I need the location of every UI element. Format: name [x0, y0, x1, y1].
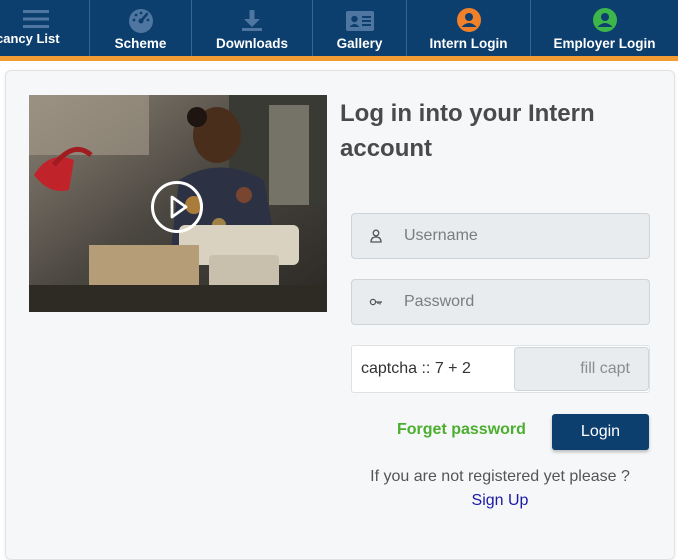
password-input[interactable] — [404, 280, 644, 324]
top-navigation: cancy List Scheme Downloads Gallery Inte… — [0, 0, 678, 56]
user-icon — [370, 229, 382, 243]
captcha-group: captcha :: 7 + 2 — [351, 345, 650, 393]
nav-scheme[interactable]: Scheme — [90, 0, 191, 56]
password-field[interactable] — [351, 279, 650, 325]
id-card-icon — [345, 11, 374, 31]
play-icon — [170, 195, 188, 219]
login-title: Log in into your Intern account — [340, 100, 595, 162]
login-button[interactable]: Login — [552, 414, 649, 450]
menu-icon — [23, 10, 49, 28]
download-icon — [242, 10, 262, 31]
nav-downloads[interactable]: Downloads — [192, 0, 312, 56]
nav-intern-login[interactable]: Intern Login — [407, 0, 530, 56]
nav-label: Employer Login — [553, 36, 656, 51]
username-input[interactable] — [404, 214, 644, 258]
nav-label: Gallery — [336, 36, 383, 51]
employer-user-icon — [592, 8, 617, 32]
nav-employer-login[interactable]: Employer Login — [531, 0, 678, 56]
nav-gallery[interactable]: Gallery — [313, 0, 406, 56]
key-icon — [369, 298, 382, 306]
nav-label: Intern Login — [429, 36, 508, 51]
not-registered-text: If you are not registered yet please ? — [370, 468, 630, 485]
captcha-input[interactable] — [514, 347, 649, 391]
nav-label: Scheme — [114, 36, 167, 51]
intern-user-icon — [456, 8, 481, 32]
gauge-icon — [128, 9, 153, 33]
nav-accent-bar — [0, 56, 678, 61]
nav-label: Downloads — [215, 36, 288, 51]
username-field[interactable] — [351, 213, 650, 259]
forgot-password-link[interactable]: Forget password — [397, 421, 526, 439]
nav-vacancy-list[interactable]: cancy List — [0, 0, 74, 56]
play-button[interactable] — [151, 181, 203, 233]
signup-link[interactable]: Sign Up — [340, 492, 660, 510]
nav-label: cancy List — [0, 31, 60, 46]
captcha-question: captcha :: 7 + 2 — [361, 360, 471, 377]
